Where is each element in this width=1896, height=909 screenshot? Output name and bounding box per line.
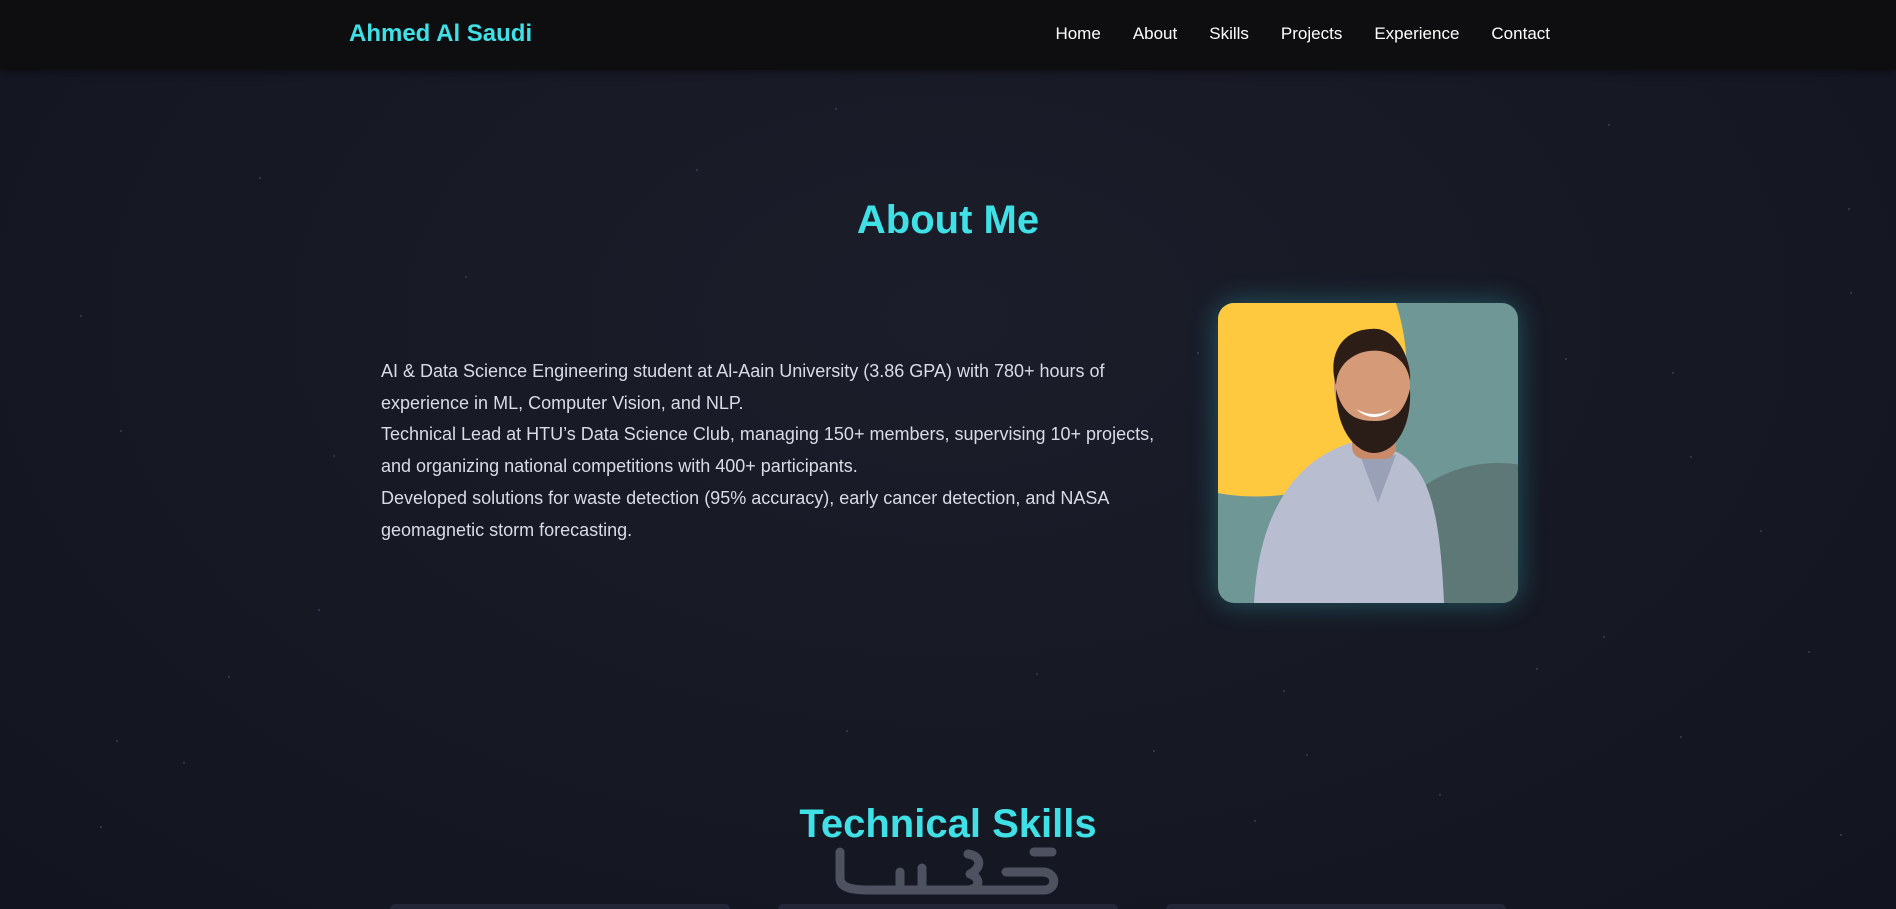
- nav-link-experience[interactable]: Experience: [1374, 24, 1459, 44]
- star: [1680, 736, 1682, 738]
- star: [1536, 668, 1538, 670]
- star: [116, 740, 118, 742]
- star: [1153, 750, 1155, 752]
- star: [465, 276, 467, 278]
- star: [1565, 358, 1567, 360]
- star: [1808, 651, 1810, 653]
- star: [1672, 372, 1674, 374]
- star: [259, 177, 261, 179]
- star: [1439, 794, 1441, 796]
- brand-logo-link[interactable]: Ahmed Al Saudi: [349, 20, 532, 48]
- skill-card: [1166, 904, 1506, 909]
- about-paragraph-projects: Developed solutions for waste detection …: [381, 487, 1109, 540]
- star: [1608, 124, 1610, 126]
- star: [1850, 292, 1852, 294]
- star: [1760, 530, 1762, 532]
- page: Ahmed Al Saudi Home About Skills Project…: [0, 0, 1896, 909]
- about-paragraph-leadership: Technical Lead at HTU’s Data Science Clu…: [381, 424, 1155, 477]
- nav-links: Home About Skills Projects Experience Co…: [1055, 24, 1550, 44]
- star: [1197, 352, 1199, 354]
- skill-card: [778, 904, 1118, 909]
- profile-photo-illustration: [1218, 303, 1518, 603]
- nav-link-contact[interactable]: Contact: [1491, 24, 1550, 44]
- about-section-title: About Me: [856, 198, 1040, 242]
- star: [318, 609, 320, 611]
- star: [1690, 456, 1692, 458]
- skill-card: [390, 904, 730, 909]
- nav-link-about[interactable]: About: [1133, 24, 1177, 44]
- nav-link-skills[interactable]: Skills: [1209, 24, 1249, 44]
- star: [835, 108, 837, 110]
- navbar: Ahmed Al Saudi Home About Skills Project…: [0, 0, 1896, 70]
- star: [183, 762, 185, 764]
- nav-link-projects[interactable]: Projects: [1281, 24, 1342, 44]
- star: [333, 455, 335, 457]
- about-paragraph-education: AI & Data Science Engineering student at…: [381, 361, 1105, 413]
- star: [696, 169, 698, 171]
- about-description: AI & Data Science Engineering student at…: [381, 356, 1161, 546]
- star: [1036, 673, 1038, 675]
- khamsat-watermark-logo: [835, 847, 1059, 895]
- star: [80, 315, 82, 317]
- star: [228, 676, 230, 678]
- star: [1306, 754, 1308, 756]
- nav-link-home[interactable]: Home: [1055, 24, 1100, 44]
- star: [1603, 636, 1605, 638]
- star: [846, 730, 848, 732]
- star: [1283, 690, 1285, 692]
- star: [120, 430, 122, 432]
- profile-photo: [1218, 303, 1518, 603]
